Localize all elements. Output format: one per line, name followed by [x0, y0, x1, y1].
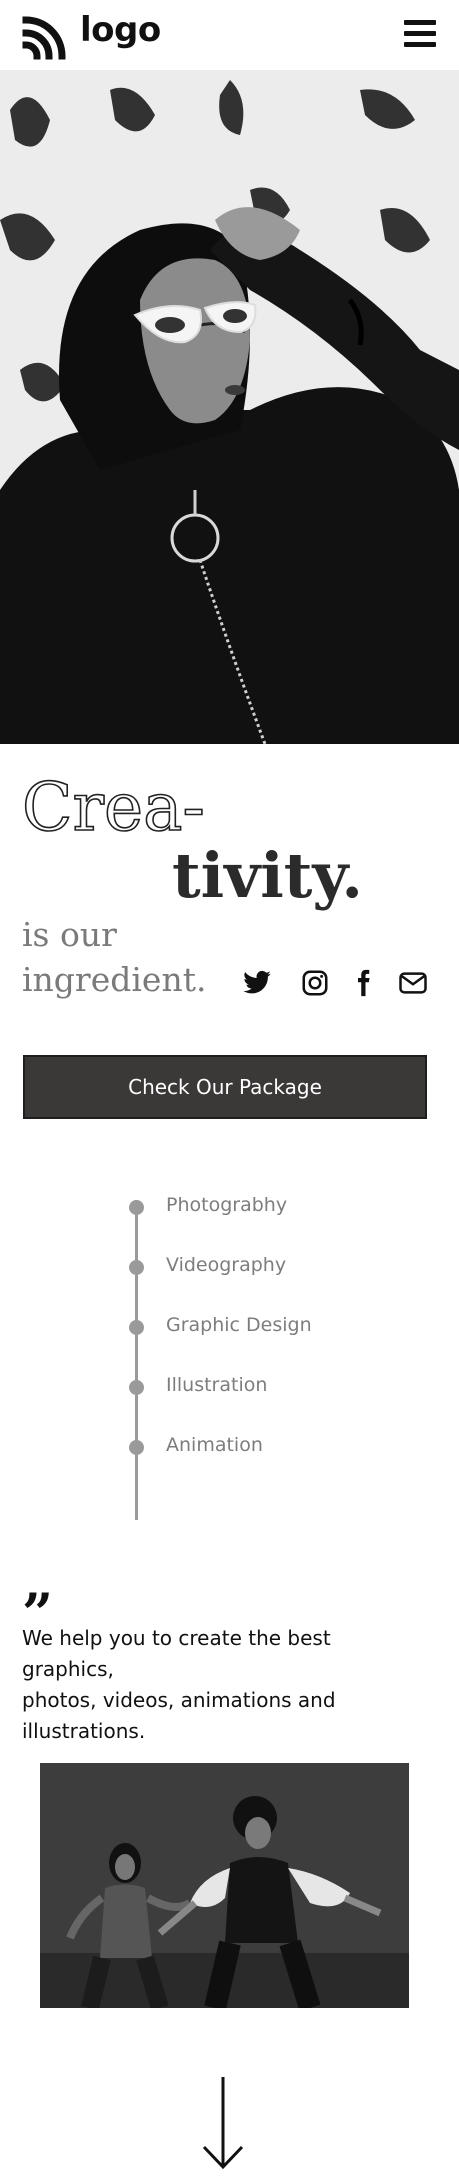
headline-tivity: tivity. [172, 839, 363, 912]
timeline-dot [129, 1200, 144, 1215]
service-animation[interactable]: Animation [166, 1434, 263, 1456]
check-package-button[interactable]: Check Our Package [23, 1055, 427, 1119]
dancers-image [40, 1763, 409, 2008]
tagline-line1: is our [22, 915, 117, 954]
quote-line: photos, videos, animations and [22, 1688, 336, 1712]
hamburger-menu-icon[interactable] [404, 20, 436, 48]
timeline-dot [129, 1260, 144, 1275]
two-dancers-photo [40, 1763, 409, 2008]
service-graphic-design[interactable]: Graphic Design [166, 1314, 312, 1336]
facebook-icon[interactable] [348, 968, 378, 998]
timeline-dot [129, 1320, 144, 1335]
arrow-down-icon[interactable] [201, 2075, 245, 2171]
service-illustration[interactable]: Illustration [166, 1374, 267, 1396]
headline-crea: Crea- [21, 769, 205, 846]
quote-line: illustrations. [22, 1719, 146, 1743]
logo-arcs-icon[interactable] [22, 14, 68, 60]
woman-in-hood-with-sunglasses-photo [0, 70, 459, 744]
quote-text: We help you to create the best graphics,… [22, 1623, 422, 1747]
mail-icon[interactable] [398, 968, 428, 998]
timeline-dot [129, 1380, 144, 1395]
hero-image [0, 70, 459, 744]
tagline-line2: ingredient. [22, 960, 207, 999]
quote-line: We help you to create the best [22, 1626, 331, 1650]
instagram-icon[interactable] [300, 968, 330, 998]
logo-text[interactable]: logo [80, 10, 161, 50]
service-videography[interactable]: Videography [166, 1254, 286, 1276]
timeline-dot [129, 1440, 144, 1455]
site-header: logo [0, 0, 459, 70]
twitter-icon[interactable] [242, 968, 272, 998]
service-photography[interactable]: Photograbhy [166, 1194, 287, 1216]
quote-line: graphics, [22, 1657, 114, 1681]
services-timeline [135, 1200, 138, 1520]
